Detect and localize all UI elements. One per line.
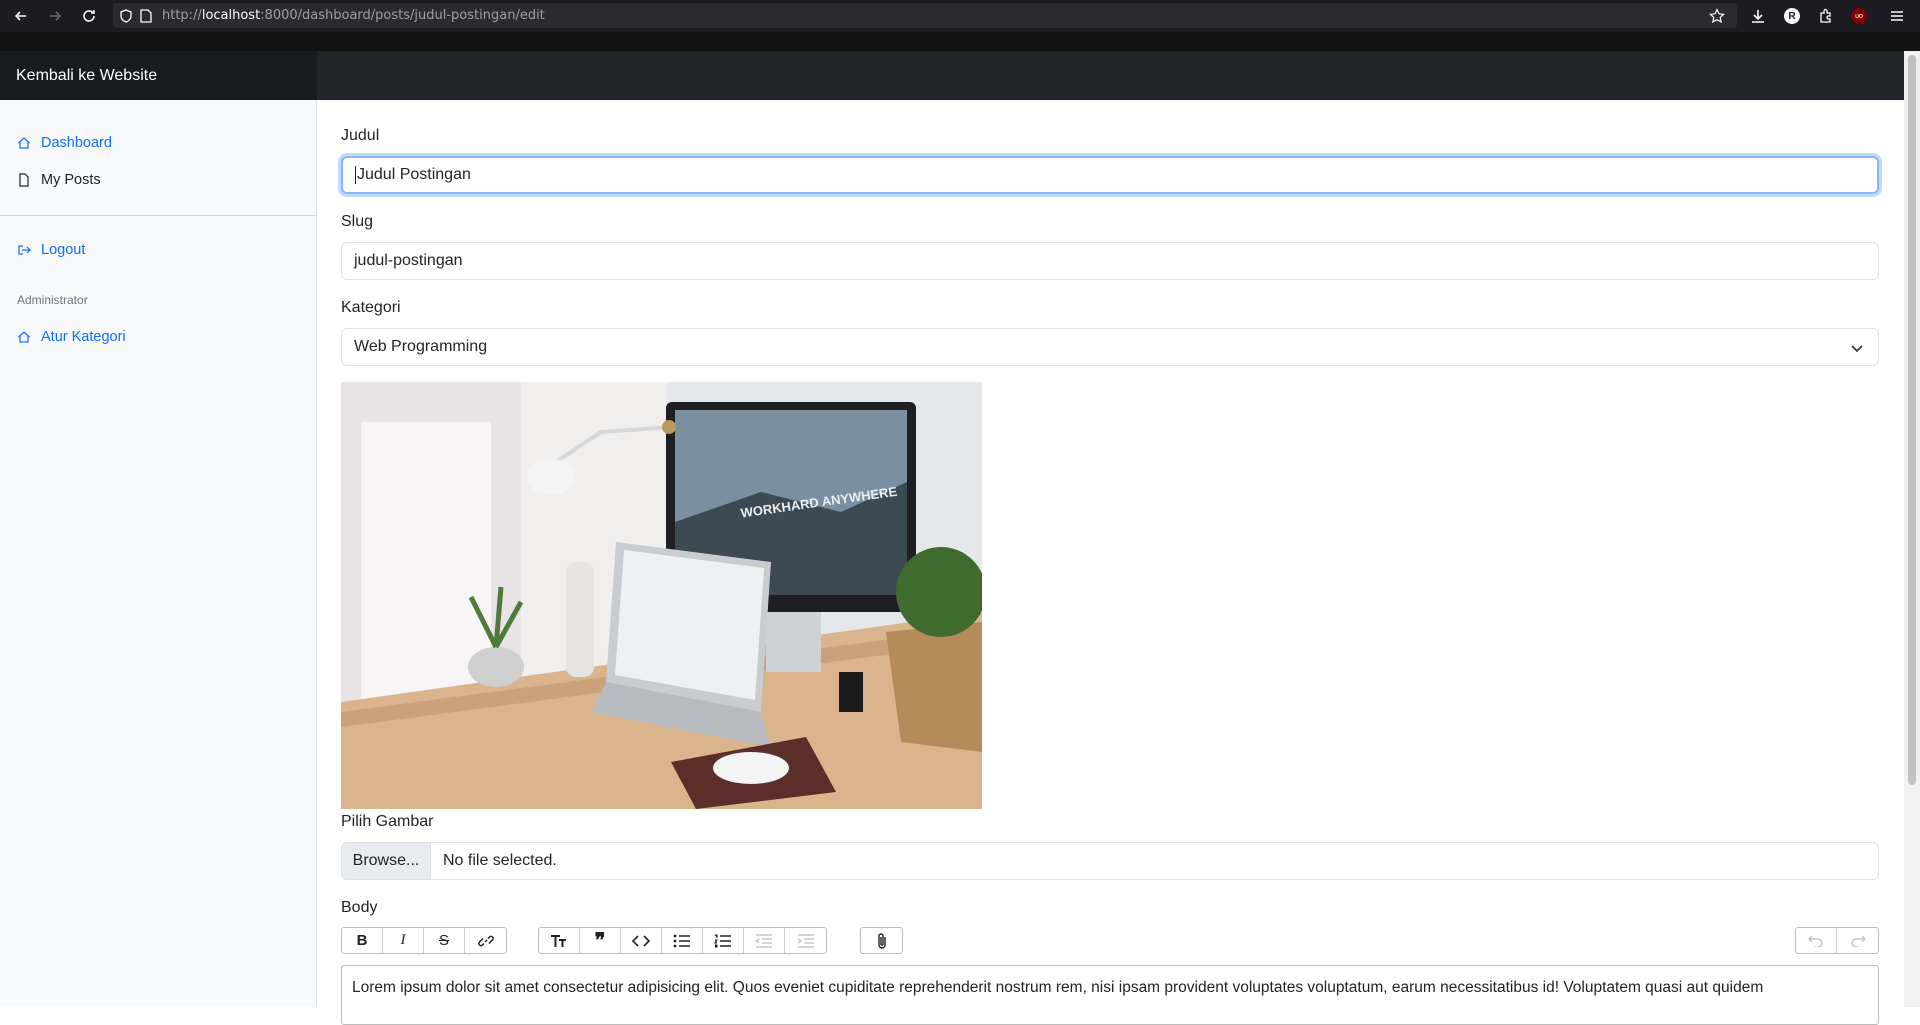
body-label: Body <box>341 899 378 916</box>
sidebar-item-dashboard[interactable]: Dashboard <box>17 135 112 151</box>
history-group <box>1795 927 1879 954</box>
sidebar-item-logout[interactable]: Logout <box>17 242 85 258</box>
heading-icon <box>551 934 566 947</box>
strikethrough-button[interactable]: S <box>424 928 465 953</box>
indent-icon <box>797 933 814 948</box>
decrease-indent-button[interactable] <box>744 928 785 953</box>
sidebar-item-my-posts[interactable]: My Posts <box>17 172 101 188</box>
redo-button[interactable] <box>1837 928 1878 953</box>
home-icon <box>18 331 30 343</box>
home-icon <box>18 137 30 149</box>
url-text: http://localhost:8000/dashboard/posts/ju… <box>162 8 545 23</box>
bookmark-star-icon[interactable] <box>1709 8 1725 24</box>
code-button[interactable] <box>621 928 662 953</box>
page-scrollbar-thumb[interactable] <box>1908 55 1916 785</box>
file-icon <box>19 173 29 187</box>
image-file-input[interactable]: Browse... No file selected. <box>341 842 1879 880</box>
menu-icon[interactable] <box>1885 4 1909 28</box>
image-label: Pilih Gambar <box>341 813 434 830</box>
sidebar-heading-administrator: Administrator <box>17 293 88 307</box>
top-navbar: Kembali ke Website <box>0 51 1904 100</box>
title-label: Judul <box>341 127 380 144</box>
reload-icon[interactable] <box>77 4 101 28</box>
quote-button[interactable]: ❞ <box>580 928 621 953</box>
category-select[interactable]: Web Programming <box>341 328 1879 366</box>
no-file-text: No file selected. <box>443 852 557 869</box>
increase-indent-button[interactable] <box>785 928 826 953</box>
forward-icon[interactable] <box>43 4 67 28</box>
image-preview: WORKHARD ANYWHERE <box>341 382 982 809</box>
italic-button[interactable]: I <box>383 928 424 953</box>
code-icon <box>632 934 650 947</box>
body-editor[interactable]: Lorem ipsum dolor sit amet consectetur a… <box>341 965 1879 1025</box>
file-tools-group <box>860 927 903 954</box>
number-list-button[interactable] <box>703 928 744 953</box>
title-input[interactable]: Judul Postingan <box>341 156 1879 194</box>
back-to-website-link[interactable]: Kembali ke Website <box>16 67 157 85</box>
redo-icon <box>1850 934 1866 947</box>
outdent-icon <box>755 933 772 948</box>
heading-button[interactable] <box>539 928 580 953</box>
page-icon <box>140 9 152 23</box>
logout-icon <box>18 245 31 255</box>
bullet-list-icon <box>673 934 690 947</box>
link-button[interactable] <box>465 928 506 953</box>
number-list-icon <box>714 934 731 947</box>
ublock-icon[interactable]: uo <box>1847 4 1871 28</box>
bold-button[interactable]: B <box>342 928 383 953</box>
sidebar-divider <box>0 215 317 216</box>
undo-icon <box>1808 934 1823 947</box>
undo-button[interactable] <box>1796 928 1837 953</box>
browse-button[interactable]: Browse... <box>342 843 431 879</box>
sidebar-item-label: Atur Kategori <box>41 329 126 345</box>
block-format-group: ❞ <box>538 927 827 954</box>
bullet-list-button[interactable] <box>662 928 703 953</box>
sidebar-item-label: Logout <box>41 242 86 258</box>
extensions-icon[interactable] <box>1814 4 1838 28</box>
download-icon[interactable] <box>1746 4 1770 28</box>
body-editor-text: Lorem ipsum dolor sit amet consectetur a… <box>352 979 1764 996</box>
sidebar: Dashboard My Posts Logout Administrator … <box>0 100 317 1007</box>
sidebar-item-label: My Posts <box>41 172 101 188</box>
slug-input[interactable]: judul-postingan <box>341 242 1879 280</box>
shield-icon[interactable] <box>119 9 133 23</box>
chevron-down-icon <box>1851 345 1863 353</box>
profile-avatar-icon[interactable]: R <box>1780 4 1804 28</box>
slug-input-value: judul-postingan <box>354 252 463 269</box>
text-format-group: B I S <box>341 927 507 954</box>
brand-area: Kembali ke Website <box>0 51 317 100</box>
title-input-value: Judul Postingan <box>357 166 471 183</box>
link-icon <box>477 935 494 946</box>
sidebar-item-atur-kategori[interactable]: Atur Kategori <box>17 329 126 345</box>
slug-label: Slug <box>341 213 374 230</box>
back-icon[interactable] <box>9 4 33 28</box>
paperclip-icon <box>877 932 886 949</box>
attach-file-button[interactable] <box>861 928 902 953</box>
text-caret <box>355 166 356 184</box>
sidebar-item-label: Dashboard <box>41 135 112 151</box>
category-select-value: Web Programming <box>354 338 488 355</box>
browser-toolbar: http://localhost:8000/dashboard/posts/ju… <box>0 0 1920 32</box>
category-label: Kategori <box>341 299 401 316</box>
browser-strip <box>0 32 1920 51</box>
